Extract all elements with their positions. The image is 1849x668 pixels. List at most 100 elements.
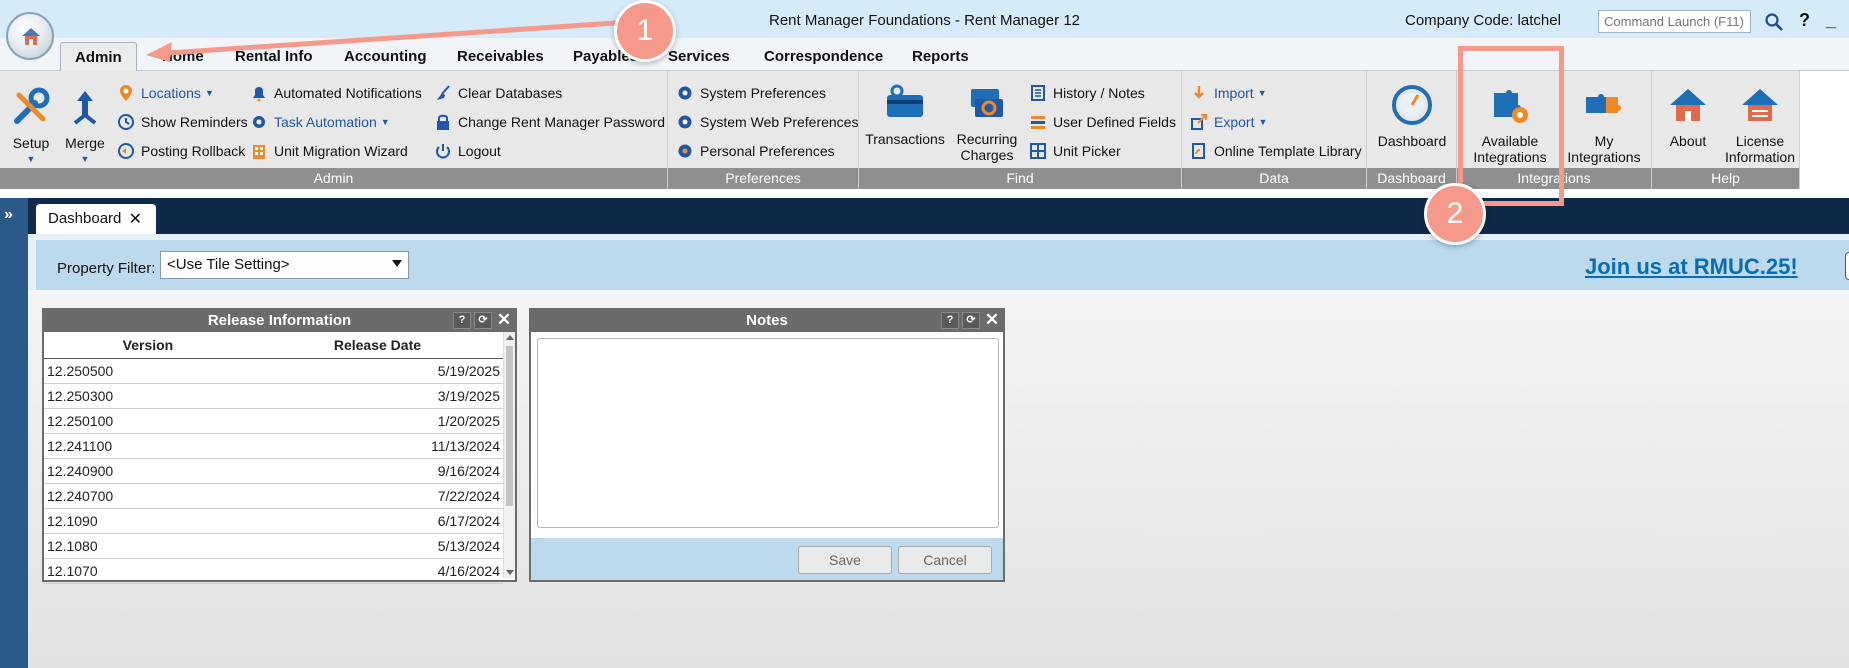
document-tab-bar: Dashboard ✕ — [28, 198, 1849, 234]
transactions-button[interactable]: Transactions — [865, 81, 945, 147]
system-preferences-label: System Preferences — [700, 85, 827, 101]
tab-accounting[interactable]: Accounting — [344, 48, 427, 65]
license-label-2: Information — [1724, 149, 1796, 165]
help-button[interactable]: ? — [1799, 10, 1810, 31]
gear-icon — [678, 115, 692, 129]
command-launch-input[interactable] — [1598, 10, 1751, 33]
rent-manager-window: Rent Manager Foundations - Rent Manager … — [0, 0, 1849, 668]
change-password-button[interactable]: Change Rent Manager Password — [434, 113, 665, 131]
help-icon[interactable]: ? — [941, 312, 959, 329]
recurring-label-1: Recurring — [956, 131, 1018, 147]
table-row[interactable]: 12.250300 3/19/2025 — [44, 383, 503, 409]
show-reminders-button[interactable]: Show Reminders — [117, 113, 248, 131]
unit-migration-wizard-label: Unit Migration Wizard — [274, 143, 408, 159]
tab-admin[interactable]: Admin — [60, 42, 137, 72]
scroll-up-icon[interactable] — [506, 335, 514, 340]
column-header-version[interactable]: Version — [44, 332, 252, 359]
window-title: Rent Manager Foundations - Rent Manager … — [768, 12, 1080, 29]
refresh-icon[interactable]: ⟳ — [962, 312, 980, 329]
online-template-library-button[interactable]: Online Template Library — [1190, 142, 1362, 160]
task-automation-button[interactable]: Task Automation ▼ — [250, 113, 390, 131]
close-icon[interactable]: ✕ — [129, 209, 142, 229]
double-chevron-right-icon: » — [4, 206, 13, 223]
notification-icon — [253, 87, 265, 102]
tab-reports[interactable]: Reports — [912, 48, 969, 65]
posting-rollback-button[interactable]: Posting Rollback — [117, 142, 245, 160]
table-row[interactable]: 12.241100 11/13/2024 — [44, 433, 503, 459]
system-web-preferences-button[interactable]: System Web Preferences — [676, 113, 858, 131]
table-header-row: Version Release Date — [44, 332, 503, 359]
chevron-down-icon: ▼ — [380, 117, 390, 127]
puzzle-icon — [1586, 94, 1621, 113]
unit-migration-wizard-button[interactable]: Unit Migration Wizard — [250, 142, 408, 160]
tab-correspondence[interactable]: Correspondence — [764, 48, 883, 65]
ribbon-group-data: Import ▼ Export ▼ Online Template Library … — [1182, 71, 1367, 189]
table-row[interactable]: 12.240900 9/16/2024 — [44, 458, 503, 484]
close-icon[interactable]: ✕ — [983, 311, 1001, 329]
personal-preferences-button[interactable]: Personal Preferences — [676, 142, 835, 160]
unit-picker-button[interactable]: Unit Picker — [1029, 142, 1121, 160]
minimize-button[interactable]: _ — [1826, 10, 1836, 31]
table-row[interactable]: 12.1080 5/13/2024 — [44, 533, 503, 559]
gear-icon — [678, 86, 692, 100]
help-icon[interactable]: ? — [453, 312, 471, 329]
history-notes-button[interactable]: History / Notes — [1029, 84, 1145, 102]
table-row[interactable]: 12.240700 7/22/2024 — [44, 483, 503, 509]
user-defined-fields-button[interactable]: User Defined Fields — [1029, 113, 1176, 131]
locations-button[interactable]: Locations ▼ — [117, 84, 214, 102]
column-header-release-date[interactable]: Release Date — [251, 332, 503, 359]
search-icon[interactable] — [1764, 12, 1784, 32]
app-logo[interactable] — [6, 12, 54, 60]
table-row[interactable]: 12.1090 6/17/2024 — [44, 508, 503, 534]
logout-label: Logout — [458, 143, 501, 159]
my-integrations-button[interactable]: My Integrations — [1560, 83, 1648, 165]
refresh-icon[interactable]: ⟳ — [474, 312, 492, 329]
import-button[interactable]: Import ▼ — [1190, 84, 1267, 102]
setup-button[interactable]: Setup ▼ — [6, 85, 56, 167]
export-icon — [1191, 114, 1207, 130]
clear-databases-button[interactable]: Clear Databases — [434, 84, 562, 102]
merge-button[interactable]: Merge ▼ — [60, 85, 110, 167]
system-preferences-button[interactable]: System Preferences — [676, 84, 826, 102]
close-icon[interactable]: ✕ — [495, 311, 513, 329]
table-row[interactable]: 12.1070 4/16/2024 — [44, 558, 503, 584]
save-button[interactable]: Save — [798, 546, 892, 574]
export-button[interactable]: Export ▼ — [1190, 113, 1267, 131]
widget-header: Release Information ? ⟳ ✕ — [44, 310, 515, 332]
group-label-admin: Admin — [0, 168, 667, 189]
tab-dashboard[interactable]: Dashboard ✕ — [36, 204, 156, 234]
tab-services[interactable]: Services — [668, 48, 730, 65]
license-information-button[interactable]: License Information — [1722, 83, 1798, 165]
vertical-scrollbar[interactable] — [503, 332, 515, 578]
license-label-1: License — [1735, 133, 1785, 149]
tab-rental-info[interactable]: Rental Info — [235, 48, 313, 65]
tab-receivables[interactable]: Receivables — [457, 48, 544, 65]
task-automation-label: Task Automation — [274, 114, 377, 130]
scroll-thumb[interactable] — [506, 346, 513, 506]
recurring-charges-button[interactable]: Recurring Charges — [951, 81, 1023, 163]
table-row[interactable]: 12.250100 1/20/2025 — [44, 408, 503, 434]
lock-icon — [437, 114, 449, 130]
version-cell: 12.250300 — [44, 383, 252, 409]
notes-textarea[interactable] — [537, 338, 999, 528]
logout-button[interactable]: Logout — [434, 142, 501, 160]
about-button[interactable]: About — [1656, 83, 1720, 149]
property-filter-select[interactable]: <Use Tile Setting> — [160, 251, 409, 279]
dashboard-button[interactable]: Dashboard — [1372, 83, 1452, 149]
property-filter-value: <Use Tile Setting> — [167, 256, 290, 273]
gauge-icon — [1392, 85, 1432, 125]
scroll-down-icon[interactable] — [506, 570, 514, 575]
property-filter-label: Property Filter: — [57, 260, 156, 277]
release-table-container: Version Release Date 12.250500 5/19/2025 … — [44, 332, 503, 584]
edge-panel[interactable] — [1845, 252, 1849, 280]
group-label-help: Help — [1652, 168, 1799, 189]
license-icon — [1742, 89, 1778, 121]
automated-notifications-button[interactable]: Automated Notifications — [250, 84, 422, 102]
chevron-down-icon: ▼ — [1258, 117, 1268, 127]
side-panel-toggle[interactable]: » — [0, 198, 28, 668]
table-row[interactable]: 12.250500 5/19/2025 — [44, 358, 503, 384]
tab-home[interactable]: Home — [162, 48, 204, 65]
rmuc-banner-link[interactable]: Join us at RMUC.25! — [1585, 254, 1798, 280]
setup-label: Setup — [12, 135, 50, 151]
cancel-button[interactable]: Cancel — [898, 546, 992, 574]
